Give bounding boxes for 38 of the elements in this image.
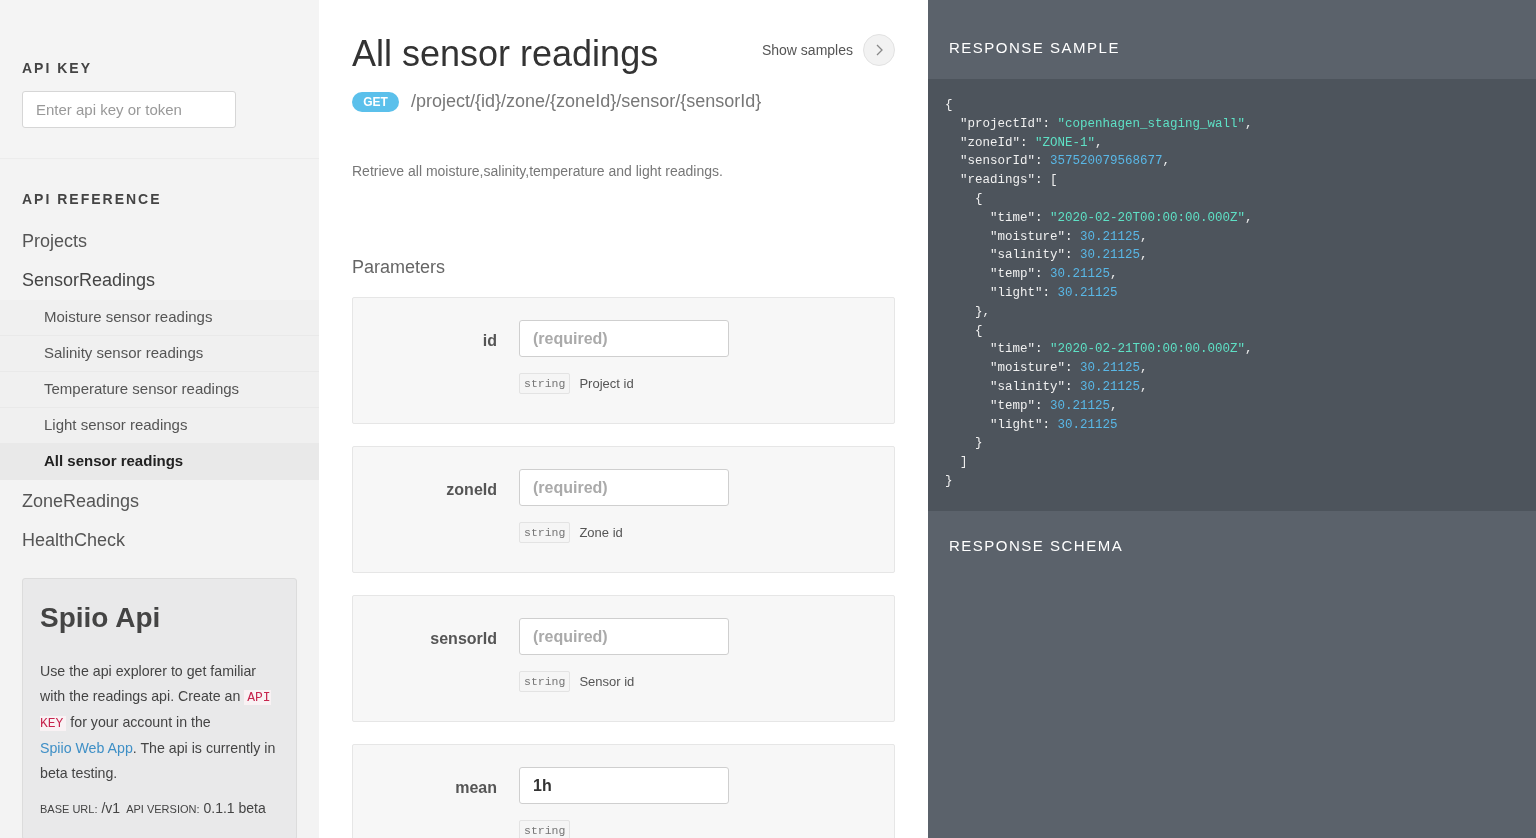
- parameter-description: Sensor id: [579, 672, 635, 691]
- parameter-name: zoneId: [445, 480, 497, 500]
- parameter-field[interactable]: (required): [519, 469, 729, 506]
- parameters-heading: Parameters: [352, 256, 447, 279]
- card-description: Use the api explorer to get familiar with the readings api. Create an API KEY for your account in the Spiio Web App. The api is currently in beta testing.: [40, 662, 277, 783]
- type-tag: string: [519, 373, 571, 395]
- parameter-name: id: [481, 331, 497, 351]
- nav-subitem[interactable]: All sensor readings: [0, 444, 319, 480]
- parameter-name: mean: [454, 778, 497, 798]
- type-tag: string: [519, 671, 571, 693]
- parameter-field[interactable]: 1h: [519, 767, 729, 804]
- parameter-description: Project id: [579, 374, 634, 393]
- meta-value: 0.1.1 beta: [203, 799, 266, 818]
- api-key-field[interactable]: Enter api key or token: [22, 91, 236, 128]
- panel-header: RESPONSE SAMPLE: [928, 0, 1536, 79]
- nav-item[interactable]: Projects: [0, 222, 319, 261]
- page-title: All sensor readings: [352, 34, 659, 74]
- parameter-name: sensorId: [429, 629, 497, 649]
- chevron-right-icon: [863, 34, 895, 66]
- method-badge: GET: [352, 91, 399, 112]
- nav-item[interactable]: SensorReadings: [0, 261, 319, 300]
- meta-label: BASE URL:: [40, 802, 98, 817]
- parameter-field[interactable]: (required): [519, 618, 729, 655]
- endpoint-path: /project/{id}/zone/{zoneId}/sensor/{sensorId}: [411, 90, 762, 113]
- card-title: Spiio Api: [40, 601, 162, 635]
- nav-item[interactable]: HealthCheck: [0, 521, 319, 560]
- meta-label: API VERSION:: [126, 802, 200, 817]
- endpoint-description: Retrieve all moisture,salinity,temperature and light readings.: [352, 162, 724, 181]
- meta-value: /v1: [101, 799, 121, 818]
- nav-item[interactable]: ZoneReadings: [0, 482, 319, 521]
- section-heading: API REFERENCE: [21, 190, 163, 209]
- section-heading: API KEY: [22, 59, 93, 78]
- parameter-description: Zone id: [579, 523, 623, 542]
- panel-header: RESPONSE SCHEMA: [928, 510, 1536, 838]
- parameter-field[interactable]: (required): [519, 320, 729, 357]
- show-samples-button[interactable]: Show samples: [761, 34, 895, 66]
- type-tag: string: [519, 522, 571, 544]
- type-tag: string: [519, 820, 571, 838]
